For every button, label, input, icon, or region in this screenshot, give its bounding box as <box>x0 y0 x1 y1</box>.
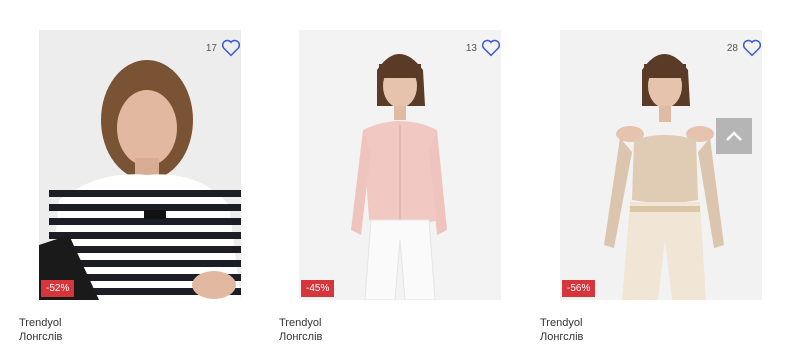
discount-badge: -45% <box>301 280 335 297</box>
product-brand[interactable]: Trendyol <box>279 316 501 330</box>
heart-icon[interactable] <box>221 39 241 57</box>
scroll-top-button[interactable] <box>716 118 752 154</box>
product-image[interactable]: 17 -52% <box>39 30 241 300</box>
product-info: Trendyol Лонгслів <box>540 316 762 344</box>
product-brand[interactable]: Trendyol <box>540 316 762 330</box>
product-type[interactable]: Лонгслів <box>19 330 241 344</box>
product-card[interactable]: 28 -56% Trendyol Лонгслів <box>540 30 762 344</box>
product-image[interactable]: 28 -56% <box>560 30 762 300</box>
likes-count: 17 <box>205 42 217 54</box>
product-image[interactable]: 13 -45% <box>299 30 501 300</box>
model-photo <box>39 60 241 300</box>
product-card[interactable]: 17 -52% Trendyol Лонгслів <box>19 30 241 344</box>
likes-count: 28 <box>726 42 738 54</box>
heart-icon[interactable] <box>742 39 762 57</box>
heart-icon[interactable] <box>481 39 501 57</box>
likes: 28 <box>727 39 762 57</box>
likes: 17 <box>206 39 241 57</box>
product-brand[interactable]: Trendyol <box>19 316 241 330</box>
model-photo <box>604 54 724 300</box>
likes-count: 13 <box>465 42 477 54</box>
chevron-up-icon <box>726 131 742 141</box>
discount-badge: -52% <box>41 280 75 297</box>
product-info: Trendyol Лонгслів <box>19 316 241 344</box>
product-type[interactable]: Лонгслів <box>540 330 762 344</box>
product-info: Trendyol Лонгслів <box>279 316 501 344</box>
model-photo <box>351 54 447 300</box>
product-card[interactable]: 13 -45% Trendyol Лонгслів <box>279 30 501 344</box>
discount-badge: -56% <box>562 280 596 297</box>
product-type[interactable]: Лонгслів <box>279 330 501 344</box>
likes: 13 <box>466 39 501 57</box>
